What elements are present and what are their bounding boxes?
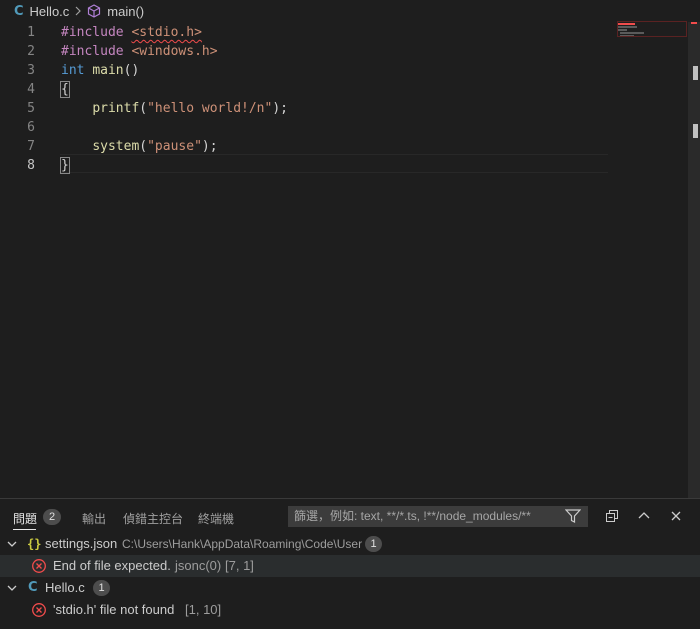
chevron-right-icon (74, 6, 82, 16)
panel-tabs: 問題 2 輸出 偵錯主控台 終端機 篩選，例如: text, **/*.ts, … (0, 499, 700, 535)
close-panel-icon[interactable] (668, 508, 684, 527)
line-number: 8 (27, 158, 35, 173)
code-line[interactable]: 3 int main() (0, 61, 608, 80)
code-text: int main() (61, 61, 139, 80)
code-token: ( (139, 139, 148, 154)
active-tab-indicator (13, 529, 36, 530)
code-line[interactable]: 4{ (0, 80, 608, 99)
breadcrumb: C Hello.c main() (0, 0, 700, 22)
problem-group-hello-c[interactable]: C Hello.c 1 (0, 577, 700, 599)
code-token: ); (201, 139, 218, 154)
code-line[interactable]: 1 #include <stdio.h> (0, 23, 608, 42)
tab-output[interactable]: 輸出 (82, 510, 106, 527)
problem-group-settings-json[interactable]: {} settings.json C:\Users\Hank\AppData\R… (0, 533, 700, 555)
problem-position: [7, 1] (225, 558, 254, 573)
code-text: system("pause"); (61, 137, 218, 156)
json-file-icon: {} (27, 537, 42, 551)
line-number: 4 (27, 82, 35, 97)
collapse-all-icon[interactable] (604, 508, 620, 527)
problem-message: End of file expected. (53, 558, 171, 573)
code-line[interactable]: 7 system("pause"); (0, 137, 608, 156)
group-file-path: C:\Users\Hank\AppData\Roaming\Code\User (122, 537, 363, 551)
problem-message: 'stdio.h' file not found (53, 602, 175, 617)
code-text: #include <stdio.h> (61, 23, 202, 42)
minimap[interactable] (617, 21, 687, 42)
code-line[interactable]: 6 (0, 118, 608, 137)
code-token: () (123, 63, 140, 78)
code-editor[interactable]: 1 #include <stdio.h> 2 #include <windows.h>… (0, 21, 700, 498)
code-text: { (60, 80, 70, 99)
code-token: system (92, 139, 140, 154)
problem-item[interactable]: 'stdio.h' file not found [1, 10] (0, 599, 700, 621)
code-token: ); (272, 101, 288, 116)
symbol-method-icon (87, 4, 101, 18)
code-token: #include (61, 25, 132, 40)
group-count-badge: 1 (93, 580, 110, 596)
problems-panel: 問題 2 輸出 偵錯主控台 終端機 篩選，例如: text, **/*.ts, … (0, 498, 700, 629)
error-token: <stdio.h> (131, 25, 202, 40)
line-number: 7 (27, 139, 35, 154)
maximize-panel-icon[interactable] (636, 508, 652, 527)
breadcrumb-file[interactable]: Hello.c (30, 4, 70, 19)
code-token: <windows.h> (131, 44, 218, 59)
problem-source: jsonc(0) (175, 558, 222, 573)
line-number: 5 (27, 101, 35, 116)
code-token: } (60, 157, 70, 174)
line-number: 3 (27, 63, 35, 78)
c-file-icon: C (14, 3, 24, 19)
filter-input[interactable]: 篩選，例如: text, **/*.ts, !**/node_modules/*… (288, 506, 588, 527)
code-line[interactable]: 2 #include <windows.h> (0, 42, 608, 61)
scroll-thumb[interactable] (693, 66, 698, 80)
tab-problems[interactable]: 問題 (13, 510, 37, 527)
error-icon (31, 602, 47, 625)
breadcrumb-symbol[interactable]: main() (107, 4, 144, 19)
line-number: 1 (27, 25, 35, 40)
code-text: } (60, 156, 70, 175)
code-token: #include (61, 44, 132, 59)
group-file-name: settings.json (45, 536, 118, 551)
problem-item[interactable]: End of file expected. jsonc(0) [7, 1] (0, 555, 700, 577)
problem-position: [1, 10] (185, 602, 222, 617)
group-file-name: Hello.c (45, 580, 85, 595)
line-number: 6 (27, 120, 35, 135)
code-token: ( (139, 101, 148, 116)
group-count-badge: 1 (365, 536, 382, 552)
code-token: "pause" (147, 139, 202, 154)
tab-debug-console[interactable]: 偵錯主控台 (123, 510, 183, 527)
filter-icon[interactable] (564, 509, 582, 526)
cursor-marker (693, 124, 698, 138)
code-token: { (60, 81, 70, 98)
line-number: 2 (27, 44, 35, 59)
vertical-scrollbar[interactable] (688, 22, 700, 498)
code-token: int (61, 63, 85, 78)
code-line[interactable]: 8} (0, 156, 608, 175)
code-line[interactable]: 5 printf("hello world!/n"); (0, 99, 608, 118)
code-token: "hello world!/n" (147, 101, 273, 116)
code-token: main (92, 63, 124, 78)
code-text: #include <windows.h> (61, 42, 218, 61)
problems-count-badge: 2 (43, 509, 61, 525)
code-text: printf("hello world!/n"); (61, 99, 288, 118)
error-marker (691, 22, 697, 24)
code-token: printf (92, 101, 140, 116)
tab-terminal[interactable]: 終端機 (198, 510, 234, 527)
c-file-icon: C (28, 580, 38, 595)
